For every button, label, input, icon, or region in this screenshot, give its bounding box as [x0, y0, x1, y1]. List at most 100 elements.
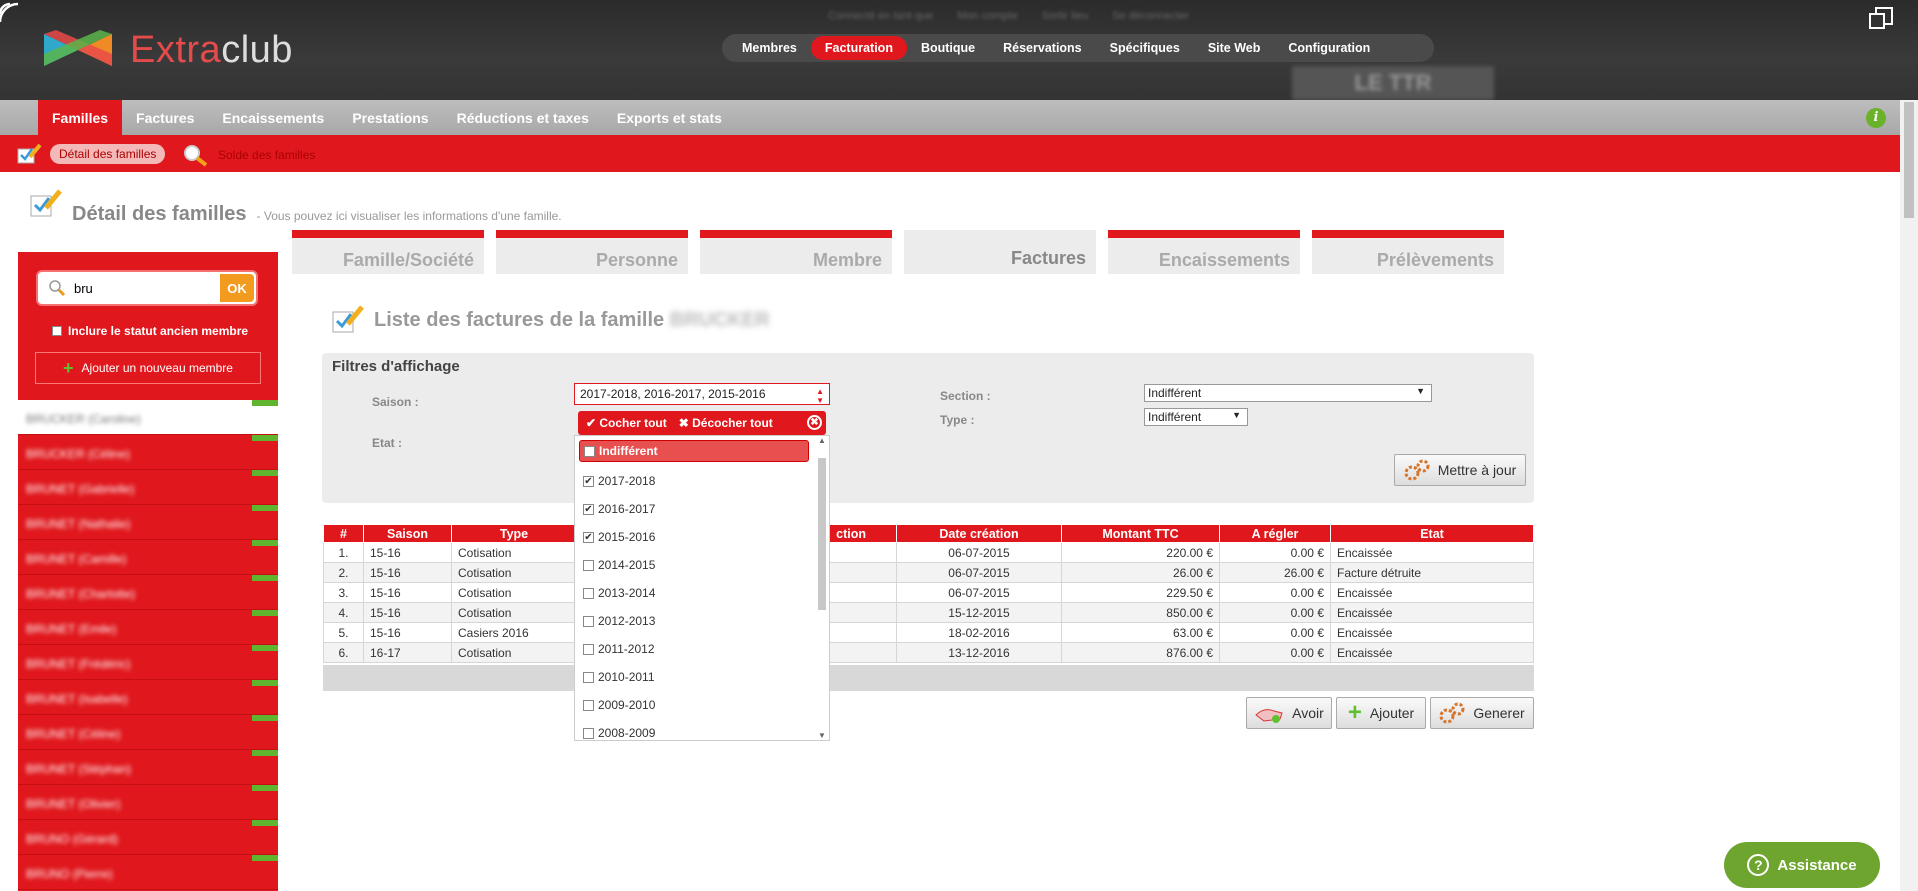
- col-saison[interactable]: Saison: [363, 524, 452, 543]
- window-restore-icon[interactable]: [1868, 6, 1894, 32]
- dropdown-option[interactable]: 2012-2013: [583, 610, 655, 632]
- avoir-button[interactable]: Avoir: [1246, 697, 1332, 729]
- tab-encaissements[interactable]: Encaissements: [1108, 230, 1300, 274]
- logout-link[interactable]: Se déconnecter: [1112, 10, 1189, 22]
- detail-familles-item[interactable]: Détail des familles: [16, 143, 166, 165]
- mainnav-site-web[interactable]: Site Web: [1194, 36, 1275, 60]
- option-checkbox[interactable]: [583, 699, 594, 711]
- member-list-item[interactable]: BRUNET (Frédéric): [18, 645, 278, 680]
- option-checkbox-checked[interactable]: ✔: [583, 503, 594, 515]
- col-number[interactable]: #: [323, 524, 364, 543]
- member-list-item[interactable]: BRUNET (Nathalie): [18, 505, 278, 540]
- subnav-familles[interactable]: Familles: [38, 100, 123, 135]
- dropdown-option-indifferent[interactable]: Indifférent: [579, 440, 809, 462]
- option-checkbox[interactable]: [584, 445, 595, 457]
- subnav-exports[interactable]: Exports et stats: [603, 100, 736, 135]
- col-montant-ttc[interactable]: Montant TTC: [1061, 524, 1220, 543]
- subnav-prestations[interactable]: Prestations: [338, 100, 442, 135]
- solde-familles-item[interactable]: Solde des familles: [182, 143, 315, 167]
- col-date-creation[interactable]: Date création: [896, 524, 1062, 543]
- dropdown-scrollbar[interactable]: ▲ ▼: [817, 436, 827, 740]
- page-scroll-thumb[interactable]: [1904, 102, 1914, 218]
- member-list-item[interactable]: BRUNET (Charlotte): [18, 575, 278, 610]
- option-checkbox[interactable]: [583, 615, 594, 627]
- member-list-item[interactable]: BRUNET (Stéphan): [18, 750, 278, 785]
- ajouter-button-label: Ajouter: [1369, 705, 1415, 721]
- my-account-link[interactable]: Mon compte: [957, 10, 1018, 22]
- mainnav-facturation[interactable]: Facturation: [810, 36, 907, 60]
- subnav-reductions[interactable]: Réductions et taxes: [443, 100, 603, 135]
- table-row[interactable]: 3. 15-16 Cotisation 06-07-2015 229.50 €0.00 …: [323, 582, 1534, 603]
- scroll-up-icon[interactable]: ▲: [818, 436, 826, 445]
- tab-famille-societe[interactable]: Famille/Société: [292, 230, 484, 274]
- dropdown-option[interactable]: 2011-2012: [583, 638, 655, 660]
- member-list-item[interactable]: BRUCKER (Caroline): [18, 400, 278, 435]
- dropdown-option[interactable]: 2008-2009: [583, 722, 655, 740]
- include-old-member-option[interactable]: Inclure le statut ancien membre: [52, 324, 248, 338]
- family-search-input[interactable]: [74, 278, 214, 298]
- update-button[interactable]: Mettre à jour: [1394, 454, 1526, 486]
- table-row[interactable]: 6. 16-17 Cotisation 13-12-2016 876.00 €0.00 …: [323, 642, 1534, 663]
- info-icon[interactable]: i: [1866, 108, 1886, 128]
- generer-button[interactable]: Generer: [1430, 697, 1534, 729]
- member-list-item[interactable]: BRUNET (Emile): [18, 610, 278, 645]
- mainnav-membres[interactable]: Membres: [728, 36, 811, 60]
- dropdown-option[interactable]: ✔ 2016-2017: [583, 498, 655, 520]
- option-checkbox-checked[interactable]: ✔: [583, 475, 594, 487]
- member-list-item[interactable]: BRUNO (Pierre): [18, 855, 278, 890]
- option-checkbox-checked[interactable]: ✔: [583, 531, 594, 543]
- type-select[interactable]: Indifférent ▼: [1144, 408, 1248, 426]
- tab-prelevements[interactable]: Prélèvements: [1312, 230, 1504, 274]
- ajouter-button[interactable]: + Ajouter: [1336, 697, 1426, 729]
- include-old-member-checkbox[interactable]: [52, 326, 62, 336]
- member-list-item[interactable]: BRUNET (Camille): [18, 540, 278, 575]
- close-icon[interactable]: ✖: [807, 415, 822, 430]
- dropdown-scroll-thumb[interactable]: [818, 458, 826, 610]
- option-checkbox[interactable]: [583, 587, 594, 599]
- table-row[interactable]: 2. 15-16 Cotisation 06-07-2015 26.00 €26.00 …: [323, 562, 1534, 583]
- col-type[interactable]: Type: [451, 524, 577, 543]
- table-row[interactable]: 5. 15-16 Casiers 2016 18-02-2016 63.00 €0.00…: [323, 622, 1534, 643]
- dropdown-option[interactable]: 2013-2014: [583, 582, 655, 604]
- dropdown-option[interactable]: 2010-2011: [583, 666, 655, 688]
- extraclub-logo[interactable]: Extraclub: [40, 26, 293, 74]
- saison-multiselect[interactable]: 2017-2018, 2016-2017, 2015-2016 ▲ ▼: [574, 383, 830, 405]
- assistance-button[interactable]: ? Assistance: [1724, 842, 1880, 888]
- tab-personne[interactable]: Personne: [496, 230, 688, 274]
- table-row[interactable]: 4. 15-16 Cotisation 15-12-2015 850.00 €0.00 …: [323, 602, 1534, 623]
- type-select-value: Indifférent: [1148, 410, 1202, 424]
- scroll-down-icon[interactable]: ▼: [818, 731, 826, 740]
- mainnav-reservations[interactable]: Réservations: [989, 36, 1096, 60]
- dropdown-option[interactable]: ✔ 2015-2016: [583, 526, 655, 548]
- option-checkbox[interactable]: [583, 559, 594, 571]
- dropdown-option[interactable]: 2009-2010: [583, 694, 655, 716]
- member-list-item[interactable]: BRUCKER (Céline): [18, 435, 278, 470]
- member-list-item[interactable]: BRUNET (Isabelle): [18, 680, 278, 715]
- search-ok-button[interactable]: OK: [220, 274, 254, 302]
- page-scrollbar[interactable]: [1900, 100, 1918, 891]
- dropdown-option[interactable]: ✔ 2017-2018: [583, 470, 655, 492]
- section-select[interactable]: Indifférent ▼: [1144, 384, 1432, 402]
- tab-factures[interactable]: Factures: [904, 230, 1096, 274]
- member-list-item[interactable]: BRUNO (Gérard): [18, 820, 278, 855]
- option-checkbox[interactable]: [583, 727, 594, 739]
- mainnav-configuration[interactable]: Configuration: [1274, 36, 1384, 60]
- col-a-regler[interactable]: A régler: [1219, 524, 1331, 543]
- exit-place-link[interactable]: Sortir lieu: [1042, 10, 1088, 22]
- option-checkbox[interactable]: [583, 671, 594, 683]
- dropdown-option[interactable]: 2014-2015: [583, 554, 655, 576]
- check-all-link[interactable]: ✔ Cocher tout: [586, 416, 667, 430]
- table-row[interactable]: 1. 15-16 Cotisation 06-07-2015 220.00 €0.00 …: [323, 542, 1534, 563]
- option-checkbox[interactable]: [583, 643, 594, 655]
- uncheck-all-link[interactable]: ✖ Décocher tout: [679, 416, 773, 430]
- subnav-encaissements[interactable]: Encaissements: [208, 100, 338, 135]
- tab-membre[interactable]: Membre: [700, 230, 892, 274]
- member-list-item[interactable]: BRUNET (Olivier): [18, 785, 278, 820]
- mainnav-boutique[interactable]: Boutique: [907, 36, 989, 60]
- member-list-item[interactable]: BRUNET (Céline): [18, 715, 278, 750]
- subnav-factures[interactable]: Factures: [122, 100, 208, 135]
- mainnav-specifiques[interactable]: Spécifiques: [1096, 36, 1194, 60]
- member-list-item[interactable]: BRUNET (Gabrielle): [18, 470, 278, 505]
- add-member-button[interactable]: + Ajouter un nouveau membre: [35, 352, 261, 384]
- col-etat[interactable]: Etat: [1330, 524, 1534, 543]
